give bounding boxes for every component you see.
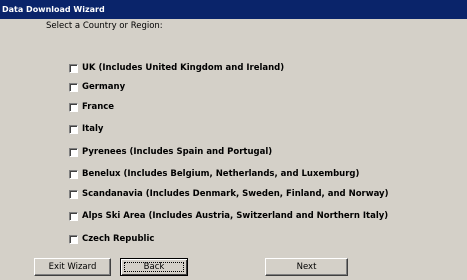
checkbox-box[interactable]	[69, 102, 78, 112]
region-label: Alps Ski Area (Includes Austria, Switzer…	[82, 211, 389, 221]
select-region-prompt: Select a Country or Region:	[46, 21, 163, 31]
checkbox-box[interactable]	[69, 82, 78, 92]
region-checkbox-uk[interactable]: UK (Includes United Kingdom and Ireland)	[69, 61, 284, 75]
region-checkbox-france[interactable]: France	[69, 100, 114, 114]
region-label: UK (Includes United Kingdom and Ireland)	[82, 63, 285, 73]
region-checkbox-alps[interactable]: Alps Ski Area (Includes Austria, Switzer…	[69, 209, 388, 223]
region-checkbox-czech[interactable]: Czech Republic	[69, 232, 154, 246]
checkbox-box[interactable]	[69, 211, 78, 221]
checkbox-box[interactable]	[69, 63, 78, 73]
checkbox-box[interactable]	[69, 189, 78, 199]
checkbox-box[interactable]	[69, 124, 78, 134]
region-label: France	[82, 102, 115, 112]
focus-ring	[124, 262, 184, 272]
checkbox-box[interactable]	[69, 169, 78, 179]
region-label: Scandanavia (Includes Denmark, Sweden, F…	[82, 189, 389, 199]
title-bar: Data Download Wizard	[0, 0, 467, 19]
window-title: Data Download Wizard	[2, 5, 105, 14]
region-checkbox-scandanavia[interactable]: Scandanavia (Includes Denmark, Sweden, F…	[69, 187, 388, 201]
next-button[interactable]: Next	[265, 258, 348, 276]
next-label: Next	[296, 262, 317, 272]
region-label: Italy	[82, 124, 104, 134]
exit-wizard-label: Exit Wizard	[48, 262, 97, 272]
region-label: Pyrenees (Includes Spain and Portugal)	[82, 147, 273, 157]
region-label: Czech Republic	[82, 234, 155, 244]
region-checkbox-pyrenees[interactable]: Pyrenees (Includes Spain and Portugal)	[69, 145, 272, 159]
back-button[interactable]: Back	[120, 258, 188, 276]
region-checkbox-benelux[interactable]: Benelux (Includes Belgium, Netherlands, …	[69, 167, 359, 181]
checkbox-box[interactable]	[69, 234, 78, 244]
region-label: Benelux (Includes Belgium, Netherlands, …	[82, 169, 360, 179]
checkbox-box[interactable]	[69, 147, 78, 157]
exit-wizard-button[interactable]: Exit Wizard	[34, 258, 111, 276]
region-checkbox-germany[interactable]: Germany	[69, 80, 125, 94]
region-label: Germany	[82, 82, 126, 92]
region-checkbox-italy[interactable]: Italy	[69, 122, 103, 136]
